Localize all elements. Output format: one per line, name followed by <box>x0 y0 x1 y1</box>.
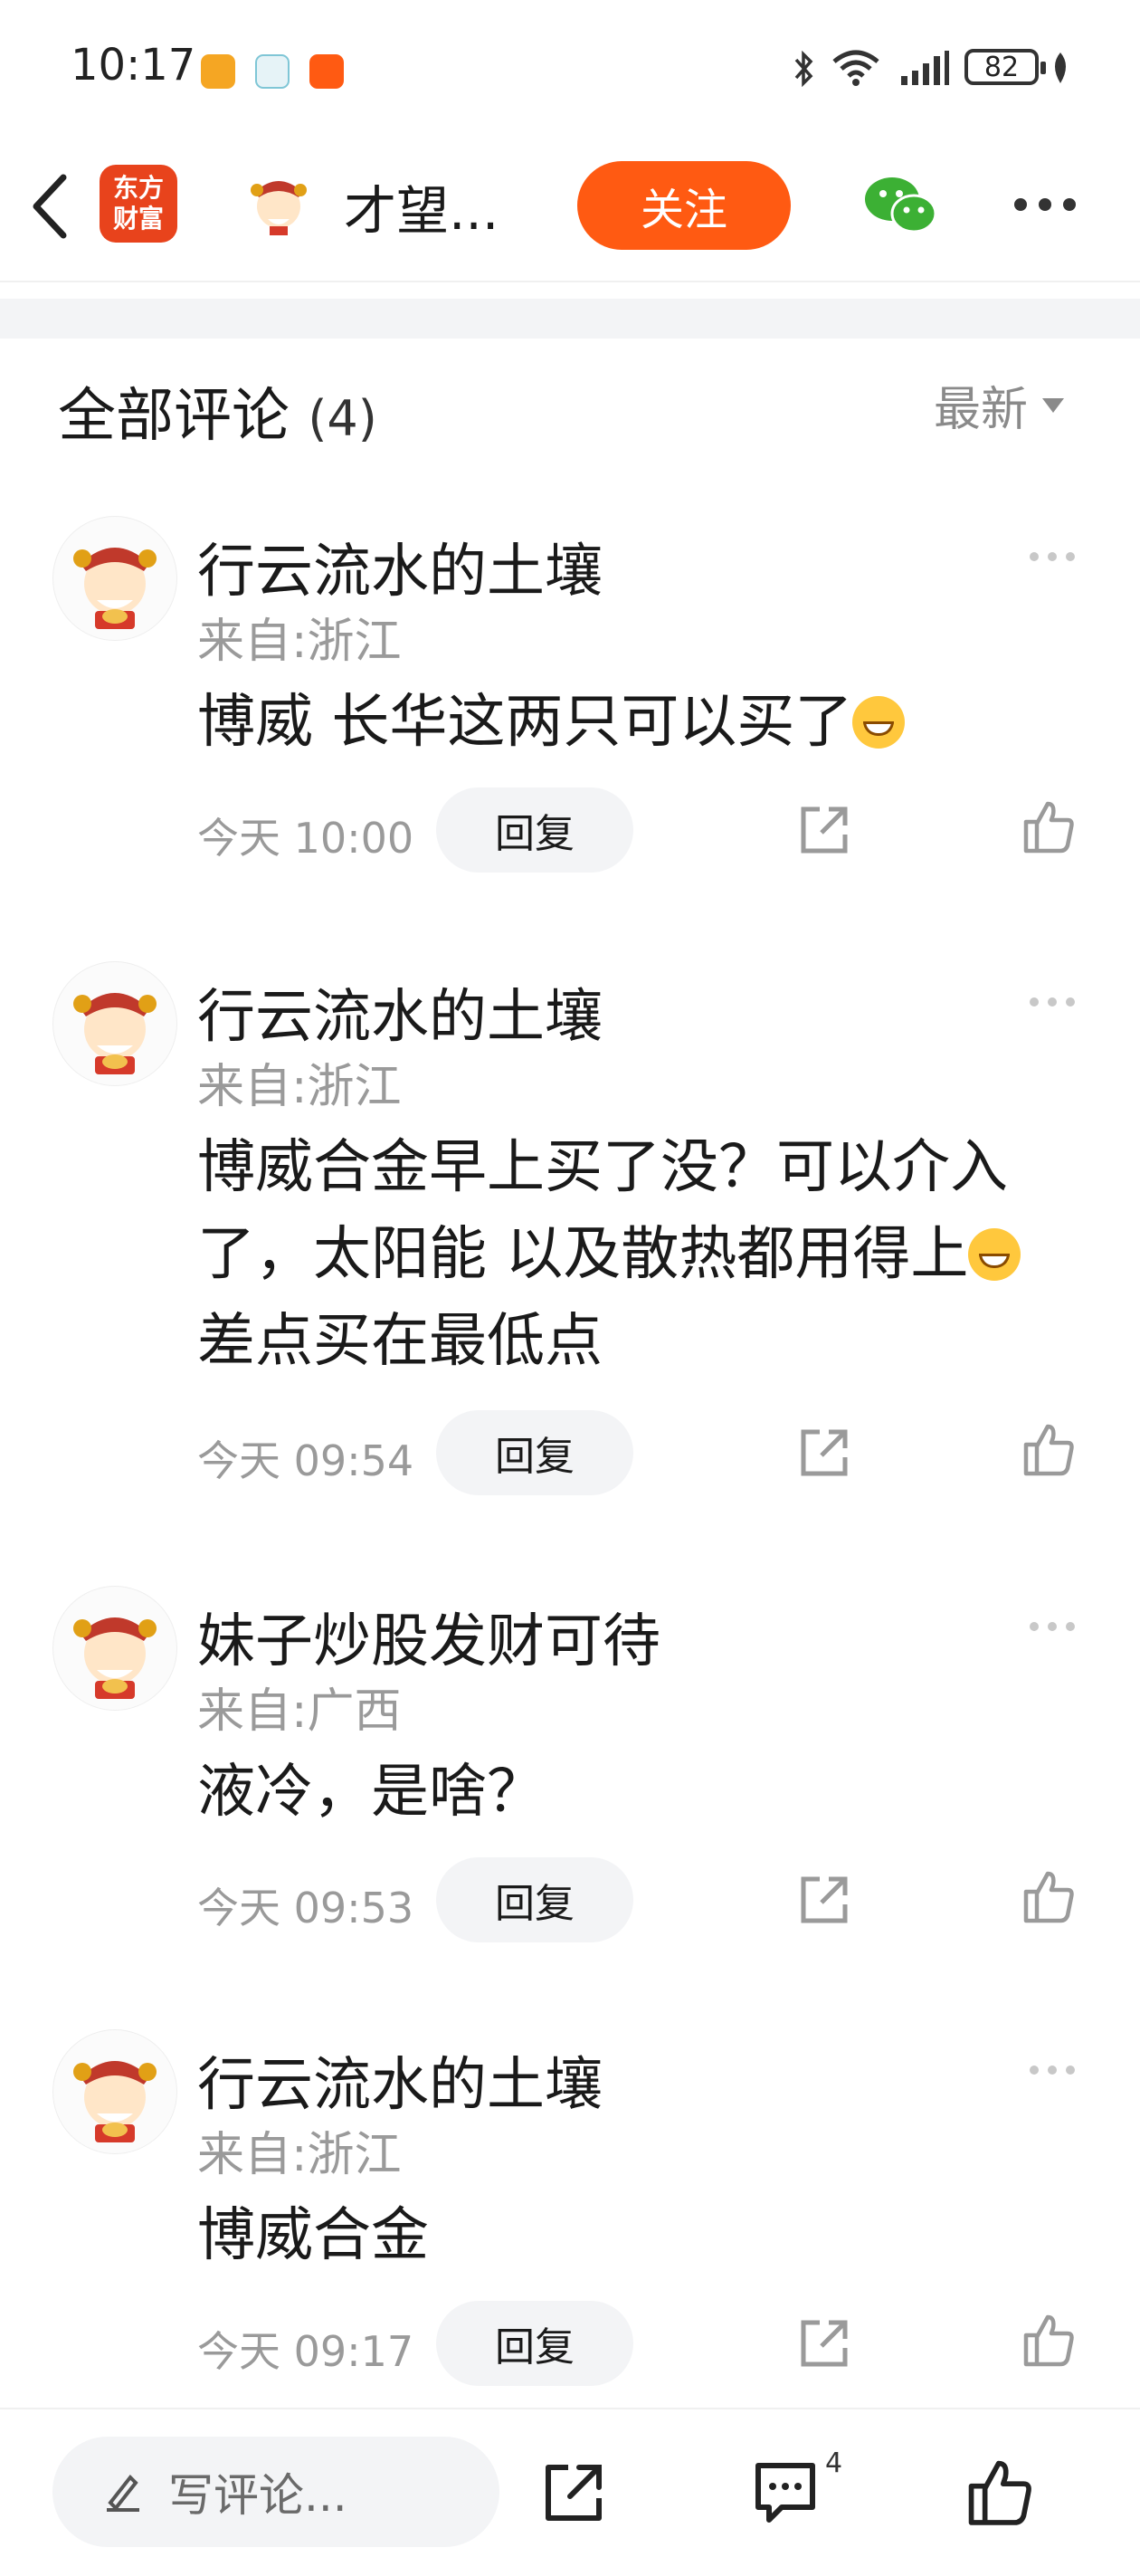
comments-count: (4) <box>308 390 377 447</box>
comment-item: 行云流水的土壤 来自:浙江 博威合金 今天 09:17 回复 <box>0 2029 1140 2391</box>
comment-item: 行云流水的土壤 来自:浙江 博威合金早上买了没？可以介入 了，太阳能 以及散热都… <box>0 961 1140 1504</box>
like-icon[interactable] <box>1021 798 1077 854</box>
commenter-avatar[interactable] <box>52 1586 177 1711</box>
reply-button[interactable]: 回复 <box>436 2301 633 2386</box>
app-notification-icon <box>255 54 290 89</box>
comment-text: 博威合金早上买了没？可以介入 了，太阳能 以及散热都用得上 差点买在最低点 <box>197 1124 1066 1385</box>
commenter-name[interactable]: 行云流水的土壤 <box>197 525 603 608</box>
comment-text: 博威合金 <box>197 2202 429 2269</box>
commenter-avatar[interactable] <box>52 2029 177 2154</box>
app-notification-icon <box>201 54 235 89</box>
battery-indicator: 82 <box>964 49 1046 85</box>
comment-text: 博威 长华这两只可以买了 <box>197 679 1066 766</box>
status-time: 10:17 <box>71 40 196 91</box>
logo-line-1: 东方 <box>112 173 164 203</box>
like-icon[interactable] <box>964 2457 1035 2527</box>
share-icon[interactable] <box>796 1425 852 1481</box>
section-divider <box>0 299 1140 339</box>
signal-icon <box>901 51 949 85</box>
like-icon[interactable] <box>1021 2312 1077 2368</box>
reply-button[interactable]: 回复 <box>436 1410 633 1495</box>
share-icon[interactable] <box>796 1872 852 1928</box>
comment-item: 行云流水的土壤 来自:浙江 博威 长华这两只可以买了 今天 10:00 回复 <box>0 516 1140 878</box>
sort-dropdown[interactable]: 最新 <box>934 371 1065 439</box>
comments-section-title: 全部评论 (4) <box>58 369 377 453</box>
commenter-name[interactable]: 行云流水的土壤 <box>197 970 603 1054</box>
write-comment-input[interactable]: 写评论... <box>52 2437 499 2547</box>
commenter-avatar[interactable] <box>52 961 177 1086</box>
commenter-location: 来自:浙江 <box>197 2128 402 2182</box>
author-avatar[interactable] <box>246 170 311 235</box>
bluetooth-icon <box>794 51 813 87</box>
status-bar: 10:17 82 <box>0 0 1140 136</box>
caret-down-icon <box>1042 397 1065 413</box>
share-icon[interactable] <box>796 802 852 858</box>
comment-more-icon[interactable] <box>1030 1622 1075 1631</box>
wifi-icon <box>832 50 879 86</box>
comment-count-badge: 4 <box>825 2447 843 2479</box>
like-icon[interactable] <box>1021 1868 1077 1924</box>
back-chevron-icon[interactable] <box>27 170 74 243</box>
more-horizontal-icon[interactable] <box>1012 196 1078 214</box>
comment-text: 液冷，是啥？ <box>197 1759 545 1826</box>
pencil-icon <box>107 2474 139 2512</box>
reply-button[interactable]: 回复 <box>436 1857 633 1942</box>
comment-more-icon[interactable] <box>1030 997 1075 1007</box>
app-notification-icon <box>309 54 344 89</box>
comment-icon[interactable] <box>751 2458 820 2527</box>
comment-more-icon[interactable] <box>1030 552 1075 561</box>
comments-title: 全部评论 <box>58 383 290 450</box>
commenter-location: 来自:浙江 <box>197 1060 402 1114</box>
wechat-icon[interactable] <box>863 174 937 235</box>
commenter-location: 来自:广西 <box>197 1684 402 1739</box>
comment-time: 今天 10:00 <box>197 814 414 863</box>
logo-line-2: 财富 <box>112 204 164 234</box>
comment-time: 今天 09:53 <box>197 1884 414 1932</box>
reply-button[interactable]: 回复 <box>436 787 633 873</box>
follow-button[interactable]: 关注 <box>577 161 791 250</box>
grinning-emoji-icon <box>968 1228 1021 1281</box>
commenter-name[interactable]: 妹子炒股发财可待 <box>197 1595 660 1678</box>
write-comment-placeholder: 写评论... <box>168 2469 347 2522</box>
commenter-name[interactable]: 行云流水的土壤 <box>197 2038 603 2122</box>
comment-time: 今天 09:54 <box>197 1436 414 1485</box>
author-name[interactable]: 才望... <box>344 168 499 244</box>
comment-time: 今天 09:17 <box>197 2327 414 2376</box>
app-logo: 东方 财富 <box>100 165 177 243</box>
grinning-emoji-icon <box>852 696 906 749</box>
commenter-location: 来自:浙江 <box>197 615 402 669</box>
share-icon[interactable] <box>541 2460 606 2525</box>
comment-item: 妹子炒股发财可待 来自:广西 液冷，是啥？ 今天 09:53 回复 <box>0 1586 1140 1948</box>
share-icon[interactable] <box>796 2315 852 2371</box>
like-icon[interactable] <box>1021 1421 1077 1477</box>
comment-more-icon[interactable] <box>1030 2066 1075 2075</box>
leaf-icon <box>1055 52 1066 83</box>
sort-label: 最新 <box>934 383 1029 437</box>
commenter-avatar[interactable] <box>52 516 177 641</box>
